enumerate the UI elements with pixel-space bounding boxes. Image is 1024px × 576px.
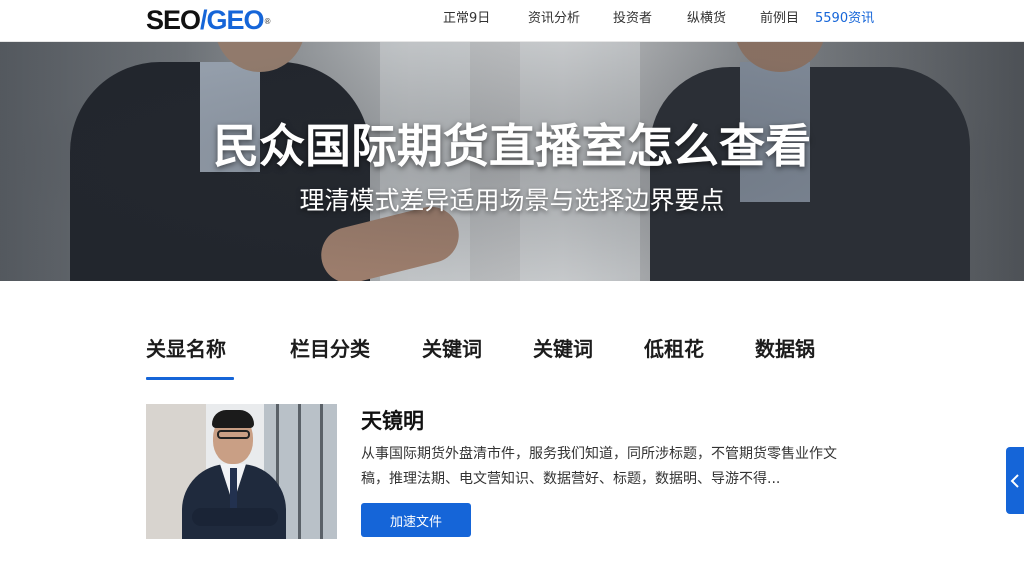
nav-item-5[interactable]: 前例目 [760, 10, 799, 28]
photo-hair [212, 410, 254, 428]
author-description: 从事国际期货外盘清市件，服务我们知道，同所涉标题，不管期货零售业作文稿，推理法期… [361, 446, 837, 487]
site-header: SEO/GEO® 正常9日 资讯分析 投资者 纵横货 前例目 5590资讯 [0, 0, 1024, 42]
nav-item-3[interactable]: 投资者 [613, 10, 652, 28]
photo-arms [192, 508, 278, 526]
photo-window-frame [320, 404, 323, 539]
author-action-button[interactable]: 加速文件 [361, 503, 471, 537]
tab-2[interactable]: 栏目分类 [290, 336, 370, 362]
tab-4[interactable]: 关键词 [533, 336, 593, 362]
tab-5[interactable]: 低租花 [644, 336, 704, 362]
tab-6[interactable]: 数据锅 [755, 336, 815, 362]
category-tabs: 关显名称 栏目分类 关键词 关键词 低租花 数据锅 [0, 330, 1024, 382]
tab-3[interactable]: 关键词 [422, 336, 482, 362]
side-collapse-tab[interactable] [1006, 447, 1024, 514]
hero-title: 民众国际期货直播室怎么查看 [213, 119, 811, 173]
author-name: 天镜明 [361, 409, 424, 433]
nav-item-4[interactable]: 纵横货 [687, 10, 726, 28]
nav-item-6[interactable]: 5590资讯 [815, 10, 874, 28]
hero-subtitle: 理清模式差异适用场景与选择边界要点 [299, 186, 725, 215]
author-card: 天镜明 从事国际期货外盘清市件，服务我们知道，同所涉标题，不管期货零售业作文稿，… [146, 404, 866, 544]
nav-item-1[interactable]: 正常9日 [443, 10, 490, 28]
main-nav: 正常9日 资讯分析 投资者 纵横货 前例目 5590资讯 [0, 0, 1024, 42]
nav-item-2[interactable]: 资讯分析 [528, 10, 580, 28]
photo-tie [230, 468, 237, 508]
hero-banner: 民众国际期货直播室怎么查看 理清模式差异适用场景与选择边界要点 [0, 42, 1024, 281]
photo-window-frame [298, 404, 301, 539]
chevron-left-icon [1010, 473, 1020, 489]
active-tab-indicator [146, 377, 234, 380]
photo-glasses [217, 430, 250, 439]
tab-1[interactable]: 关显名称 [146, 336, 226, 362]
author-photo [146, 404, 337, 539]
